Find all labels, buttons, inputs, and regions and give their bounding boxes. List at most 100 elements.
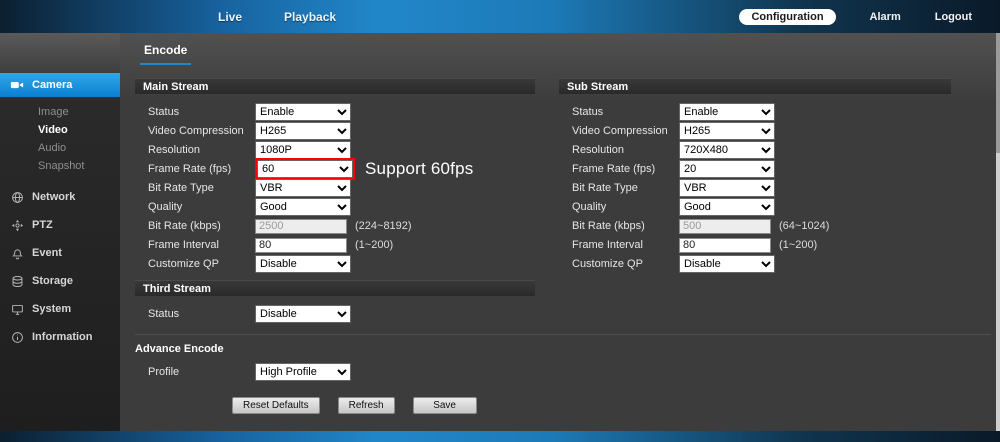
configuration-button[interactable]: Configuration [739,8,836,25]
field-label: Frame Interval [148,239,219,251]
sidebar: Camera Image Video Audio Snapshot Networ… [0,33,120,431]
sidebar-item-camera[interactable]: Camera [0,73,120,97]
main-bitrate-type-select[interactable]: VBR [255,179,351,197]
field-label: Frame Rate (fps) [572,163,656,175]
tab-encode[interactable]: Encode [140,43,192,65]
main-compression-row: Video Compression H265 [135,122,535,140]
sub-compression-select[interactable]: H265 [679,122,775,140]
sub-stream-section: Sub Stream Status Enable Video Compressi… [559,78,951,324]
scrollbar[interactable] [996,33,1000,431]
tab-live[interactable]: Live [218,10,242,24]
sidebar-item-information[interactable]: Information [0,323,120,351]
sidebar-item-label: Storage [32,275,73,287]
field-label: Video Compression [148,125,244,137]
save-button[interactable]: Save [412,397,477,414]
sidebar-item-label: System [32,303,72,315]
app-window: Live Playback Configuration Alarm Logout… [0,0,1000,442]
storage-icon [10,275,24,288]
alarm-button[interactable]: Alarm [870,11,901,23]
sidebar-item-image[interactable]: Image [0,103,120,121]
field-label: Bit Rate Type [148,182,214,194]
main-bitrate-input[interactable] [255,218,347,234]
sidebar-item-system[interactable]: System [0,295,120,323]
logout-button[interactable]: Logout [935,11,972,23]
main-compression-select[interactable]: H265 [255,122,351,140]
tab-playback[interactable]: Playback [284,10,336,24]
main-resolution-row: Resolution 1080P [135,141,535,159]
sidebar-item-event[interactable]: Event [0,239,120,267]
sub-customize-qp-row: Customize QP Disable [559,255,951,273]
main-framerate-select[interactable]: 60 [257,160,353,178]
sidebar-item-video[interactable]: Video [0,121,120,139]
sidebar-item-snapshot[interactable]: Snapshot [0,157,120,175]
main-bitrate-type-row: Bit Rate Type VBR [135,179,535,197]
main-framerate-row: Frame Rate (fps) 60 Support 60fps [135,158,535,180]
main-customize-qp-row: Customize QP Disable [135,255,535,273]
reset-defaults-button[interactable]: Reset Defaults [232,397,320,414]
scrollbar-thumb[interactable] [996,33,1000,153]
advance-encode-section: Advance Encode Profile High Profile [135,334,991,381]
sub-frame-interval-input[interactable] [679,237,771,253]
sidebar-item-label: Information [32,331,93,343]
field-label: Resolution [572,144,624,156]
main-resolution-select[interactable]: 1080P [255,141,351,159]
sub-stream-header: Sub Stream [559,78,951,94]
sub-framerate-row: Frame Rate (fps) 20 [559,160,951,178]
field-label: Quality [572,201,607,213]
sidebar-item-storage[interactable]: Storage [0,267,120,295]
main-customize-qp-select[interactable]: Disable [255,255,351,273]
third-stream-header: Third Stream [135,280,535,296]
main-frame-interval-row: Frame Interval (1~200) [135,236,535,254]
ptz-icon [10,219,24,232]
sidebar-item-audio[interactable]: Audio [0,139,120,157]
sidebar-item-label: PTZ [32,219,53,231]
field-label: Bit Rate Type [572,182,638,194]
field-label: Status [572,106,604,118]
advance-encode-title: Advance Encode [135,343,224,355]
system-monitor-icon [10,303,24,316]
third-status-select[interactable]: Disable [255,305,351,323]
topbar-right: Configuration Alarm Logout [739,8,1000,25]
range-hint: (224~8192) [355,220,412,232]
profile-row: Profile High Profile [135,363,991,381]
field-label: Bit Rate (kbps) [572,220,645,232]
topbar-tabs: Live Playback [0,10,336,24]
field-label: Bit Rate (kbps) [148,220,221,232]
sidebar-item-ptz[interactable]: PTZ [0,211,120,239]
field-label: Video Compression [572,125,668,137]
sidebar-item-label: Camera [32,79,73,91]
profile-select[interactable]: High Profile [255,363,351,381]
refresh-button[interactable]: Refresh [337,397,395,414]
main-status-select[interactable]: Enable [255,103,351,121]
sub-status-row: Status Enable [559,103,951,121]
field-label: Status [148,106,180,118]
camera-submenu: Image Video Audio Snapshot [0,97,120,183]
range-hint: (64~1024) [779,220,830,232]
field-label: Quality [148,201,183,213]
sub-framerate-select[interactable]: 20 [679,160,775,178]
support-60fps-annotation: Support 60fps [365,159,474,178]
main-frame-interval-input[interactable] [255,237,347,253]
field-label: Profile [148,366,180,378]
sub-bitrate-type-select[interactable]: VBR [679,179,775,197]
sub-quality-select[interactable]: Good [679,198,775,216]
sub-resolution-select[interactable]: 720X480 [679,141,775,159]
main-quality-select[interactable]: Good [255,198,351,216]
event-bell-icon [10,247,24,260]
range-hint: (1~200) [355,239,394,251]
sub-customize-qp-select[interactable]: Disable [679,255,775,273]
sub-bitrate-type-row: Bit Rate Type VBR [559,179,951,197]
tabstrip: Encode [120,33,1000,65]
main-bitrate-row: Bit Rate (kbps) (224~8192) [135,217,535,235]
field-label: Frame Interval [572,239,643,251]
field-label: Customize QP [572,258,643,270]
sub-frame-interval-row: Frame Interval (1~200) [559,236,951,254]
sidebar-item-label: Event [32,247,62,259]
sub-status-select[interactable]: Enable [679,103,775,121]
sub-bitrate-input[interactable] [679,218,771,234]
main-stream-section: Main Stream Status Enable Video Compress… [135,78,535,324]
sidebar-item-network[interactable]: Network [0,183,120,211]
red-highlight-box: 60 [255,158,355,180]
button-row: Reset Defaults Refresh Save [232,397,991,414]
network-icon [10,191,24,204]
